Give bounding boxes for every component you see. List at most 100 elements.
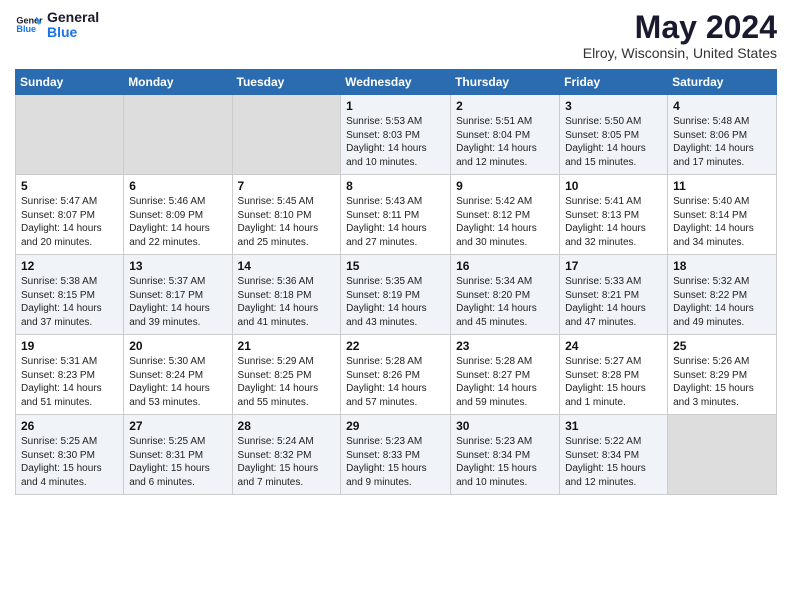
day-info: Sunrise: 5:37 AM Sunset: 8:17 PM Dayligh…: [129, 275, 226, 329]
day-number: 30: [456, 419, 554, 433]
day-info: Sunrise: 5:51 AM Sunset: 8:04 PM Dayligh…: [456, 115, 554, 169]
week-row-2: 5 Sunrise: 5:47 AM Sunset: 8:07 PM Daylig…: [16, 175, 777, 255]
day-number: 11: [673, 179, 771, 193]
day-number: 7: [238, 179, 336, 193]
day-cell: 11Sunrise: 5:40 AM Sunset: 8:14 PM Dayli…: [668, 175, 777, 255]
day-cell: 5 Sunrise: 5:47 AM Sunset: 8:07 PM Daylig…: [16, 175, 124, 255]
header-day-tuesday: Tuesday: [232, 70, 341, 95]
day-info: Sunrise: 5:43 AM Sunset: 8:11 PM Dayligh…: [346, 195, 445, 249]
logo-icon: General Blue: [15, 11, 43, 39]
header-day-saturday: Saturday: [668, 70, 777, 95]
day-info: Sunrise: 5:29 AM Sunset: 8:25 PM Dayligh…: [238, 355, 336, 409]
day-cell: 13 Sunrise: 5:37 AM Sunset: 8:17 PM Dayli…: [124, 255, 232, 335]
day-cell: 27 Sunrise: 5:25 AM Sunset: 8:31 PM Dayli…: [124, 415, 232, 495]
day-cell: 19 Sunrise: 5:31 AM Sunset: 8:23 PM Dayli…: [16, 335, 124, 415]
calendar-header: SundayMondayTuesdayWednesdayThursdayFrid…: [16, 70, 777, 95]
day-number: 28: [238, 419, 336, 433]
week-row-1: 1 Sunrise: 5:53 AM Sunset: 8:03 PM Daylig…: [16, 95, 777, 175]
day-cell: 7 Sunrise: 5:45 AM Sunset: 8:10 PM Daylig…: [232, 175, 341, 255]
day-number: 15: [346, 259, 445, 273]
day-info: Sunrise: 5:41 AM Sunset: 8:13 PM Dayligh…: [565, 195, 662, 249]
header-day-wednesday: Wednesday: [341, 70, 451, 95]
day-cell: 3 Sunrise: 5:50 AM Sunset: 8:05 PM Daylig…: [560, 95, 668, 175]
day-number: 4: [673, 99, 771, 113]
day-cell: 2 Sunrise: 5:51 AM Sunset: 8:04 PM Daylig…: [451, 95, 560, 175]
day-info: Sunrise: 5:48 AM Sunset: 8:06 PM Dayligh…: [673, 115, 771, 169]
calendar: SundayMondayTuesdayWednesdayThursdayFrid…: [15, 69, 777, 495]
day-cell: 30 Sunrise: 5:23 AM Sunset: 8:34 PM Dayli…: [451, 415, 560, 495]
day-info: Sunrise: 5:31 AM Sunset: 8:23 PM Dayligh…: [21, 355, 118, 409]
header-day-monday: Monday: [124, 70, 232, 95]
day-cell: 20Sunrise: 5:30 AM Sunset: 8:24 PM Dayli…: [124, 335, 232, 415]
day-info: Sunrise: 5:42 AM Sunset: 8:12 PM Dayligh…: [456, 195, 554, 249]
day-number: 9: [456, 179, 554, 193]
day-info: Sunrise: 5:27 AM Sunset: 8:28 PM Dayligh…: [565, 355, 662, 409]
day-cell: 9 Sunrise: 5:42 AM Sunset: 8:12 PM Daylig…: [451, 175, 560, 255]
day-info: Sunrise: 5:25 AM Sunset: 8:31 PM Dayligh…: [129, 435, 226, 489]
day-number: 14: [238, 259, 336, 273]
day-cell: [124, 95, 232, 175]
day-info: Sunrise: 5:46 AM Sunset: 8:09 PM Dayligh…: [129, 195, 226, 249]
day-number: 16: [456, 259, 554, 273]
day-cell: 26 Sunrise: 5:25 AM Sunset: 8:30 PM Dayli…: [16, 415, 124, 495]
day-cell: 15Sunrise: 5:35 AM Sunset: 8:19 PM Dayli…: [341, 255, 451, 335]
day-number: 31: [565, 419, 662, 433]
day-cell: 16Sunrise: 5:34 AM Sunset: 8:20 PM Dayli…: [451, 255, 560, 335]
day-number: 5: [21, 179, 118, 193]
day-info: Sunrise: 5:22 AM Sunset: 8:34 PM Dayligh…: [565, 435, 662, 489]
day-cell: 23Sunrise: 5:28 AM Sunset: 8:27 PM Dayli…: [451, 335, 560, 415]
day-cell: 24 Sunrise: 5:27 AM Sunset: 8:28 PM Dayli…: [560, 335, 668, 415]
day-number: 2: [456, 99, 554, 113]
day-number: 12: [21, 259, 118, 273]
calendar-body: 1 Sunrise: 5:53 AM Sunset: 8:03 PM Daylig…: [16, 95, 777, 495]
day-number: 10: [565, 179, 662, 193]
header-day-thursday: Thursday: [451, 70, 560, 95]
day-info: Sunrise: 5:25 AM Sunset: 8:30 PM Dayligh…: [21, 435, 118, 489]
day-number: 3: [565, 99, 662, 113]
day-number: 24: [565, 339, 662, 353]
day-cell: 31 Sunrise: 5:22 AM Sunset: 8:34 PM Dayli…: [560, 415, 668, 495]
day-info: Sunrise: 5:53 AM Sunset: 8:03 PM Dayligh…: [346, 115, 445, 169]
day-cell: [232, 95, 341, 175]
day-cell: 22Sunrise: 5:28 AM Sunset: 8:26 PM Dayli…: [341, 335, 451, 415]
day-info: Sunrise: 5:23 AM Sunset: 8:33 PM Dayligh…: [346, 435, 445, 489]
week-row-3: 12 Sunrise: 5:38 AM Sunset: 8:15 PM Dayli…: [16, 255, 777, 335]
logo-text-general: General: [47, 10, 99, 25]
day-cell: 8Sunrise: 5:43 AM Sunset: 8:11 PM Daylig…: [341, 175, 451, 255]
day-number: 19: [21, 339, 118, 353]
day-cell: 14Sunrise: 5:36 AM Sunset: 8:18 PM Dayli…: [232, 255, 341, 335]
day-number: 20: [129, 339, 226, 353]
day-number: 27: [129, 419, 226, 433]
header-day-friday: Friday: [560, 70, 668, 95]
day-info: Sunrise: 5:28 AM Sunset: 8:26 PM Dayligh…: [346, 355, 445, 409]
day-number: 25: [673, 339, 771, 353]
day-number: 23: [456, 339, 554, 353]
day-number: 29: [346, 419, 445, 433]
day-cell: 6 Sunrise: 5:46 AM Sunset: 8:09 PM Daylig…: [124, 175, 232, 255]
day-info: Sunrise: 5:50 AM Sunset: 8:05 PM Dayligh…: [565, 115, 662, 169]
day-number: 6: [129, 179, 226, 193]
day-info: Sunrise: 5:38 AM Sunset: 8:15 PM Dayligh…: [21, 275, 118, 329]
main-title: May 2024: [583, 10, 777, 45]
day-info: Sunrise: 5:47 AM Sunset: 8:07 PM Dayligh…: [21, 195, 118, 249]
day-cell: 10 Sunrise: 5:41 AM Sunset: 8:13 PM Dayli…: [560, 175, 668, 255]
day-cell: 4 Sunrise: 5:48 AM Sunset: 8:06 PM Daylig…: [668, 95, 777, 175]
week-row-4: 19 Sunrise: 5:31 AM Sunset: 8:23 PM Dayli…: [16, 335, 777, 415]
day-cell: 25 Sunrise: 5:26 AM Sunset: 8:29 PM Dayli…: [668, 335, 777, 415]
day-number: 17: [565, 259, 662, 273]
day-info: Sunrise: 5:45 AM Sunset: 8:10 PM Dayligh…: [238, 195, 336, 249]
subtitle: Elroy, Wisconsin, United States: [583, 45, 777, 61]
day-number: 26: [21, 419, 118, 433]
day-cell: 12 Sunrise: 5:38 AM Sunset: 8:15 PM Dayli…: [16, 255, 124, 335]
week-row-5: 26 Sunrise: 5:25 AM Sunset: 8:30 PM Dayli…: [16, 415, 777, 495]
day-info: Sunrise: 5:23 AM Sunset: 8:34 PM Dayligh…: [456, 435, 554, 489]
day-cell: [668, 415, 777, 495]
day-cell: 29 Sunrise: 5:23 AM Sunset: 8:33 PM Dayli…: [341, 415, 451, 495]
title-block: May 2024 Elroy, Wisconsin, United States: [583, 10, 777, 61]
day-number: 1: [346, 99, 445, 113]
day-info: Sunrise: 5:26 AM Sunset: 8:29 PM Dayligh…: [673, 355, 771, 409]
logo: General Blue General Blue: [15, 10, 99, 41]
header-row: SundayMondayTuesdayWednesdayThursdayFrid…: [16, 70, 777, 95]
day-number: 13: [129, 259, 226, 273]
day-cell: 21Sunrise: 5:29 AM Sunset: 8:25 PM Dayli…: [232, 335, 341, 415]
